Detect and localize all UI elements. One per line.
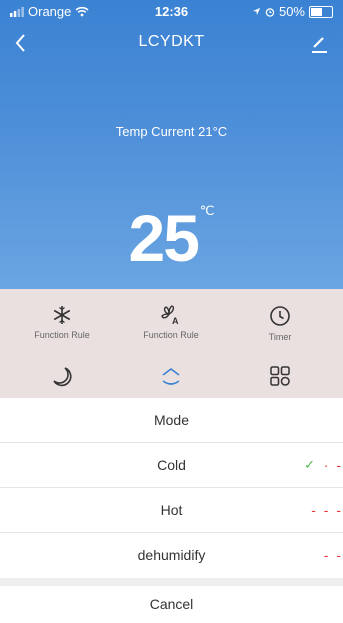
sheet-separator	[0, 578, 343, 586]
alarm-icon	[265, 7, 275, 17]
cancel-button[interactable]: Cancel	[0, 586, 343, 623]
swing-control[interactable]	[126, 365, 216, 389]
mode-action-sheet: Mode Cold ✓ · - Hot - - - dehumidify - -…	[0, 398, 343, 623]
control-label: Function Rule	[34, 330, 90, 340]
sheet-title: Mode	[0, 398, 343, 443]
sleep-control[interactable]	[17, 365, 107, 389]
mode-option-hot[interactable]: Hot - - -	[0, 488, 343, 533]
moon-icon	[53, 367, 72, 387]
status-bar: Orange 12:36 50%	[0, 0, 343, 22]
location-arrow-icon	[252, 7, 261, 16]
mode-option-dehumidify[interactable]: dehumidify - -	[0, 533, 343, 577]
option-label: Hot	[160, 502, 183, 518]
fan-speed-control[interactable]: A Function Rule	[126, 305, 216, 340]
pencil-icon	[312, 37, 327, 53]
nav-bar: LCYDKT	[0, 30, 343, 60]
snowflake-icon	[53, 306, 71, 324]
set-temperature: 25 ℃	[0, 200, 343, 276]
fan-auto-icon: A	[161, 305, 179, 325]
temperature-unit: ℃	[199, 203, 215, 218]
option-label: Cold	[157, 457, 186, 473]
timer-control[interactable]: Timer	[235, 305, 325, 342]
red-marker: - - -	[311, 502, 343, 518]
grid-icon	[270, 366, 290, 386]
device-title: LCYDKT	[138, 33, 205, 50]
clock-icon	[270, 306, 290, 326]
battery-icon	[309, 5, 333, 18]
mode-option-cold[interactable]: Cold ✓ · -	[0, 443, 343, 488]
set-temperature-value: 25	[128, 201, 199, 275]
option-label: dehumidify	[137, 547, 206, 563]
control-label: Timer	[268, 332, 292, 342]
screen: Orange 12:36 50% LCYDKT Temp Current 21°…	[0, 0, 343, 623]
battery-level	[311, 7, 322, 16]
edit-button[interactable]	[309, 32, 331, 56]
battery-percent: 50%	[278, 4, 305, 19]
red-marker: - -	[323, 547, 343, 563]
control-panel: Function Rule A Function Rule Timer	[0, 289, 343, 399]
more-control[interactable]	[235, 365, 325, 387]
swing-icon	[162, 368, 180, 385]
current-temperature: Temp Current 21°C	[115, 124, 228, 139]
status-right: 50%	[252, 4, 333, 19]
control-label: Function Rule	[143, 330, 199, 340]
svg-text:A: A	[172, 316, 179, 325]
mode-cold-control[interactable]: Function Rule	[17, 305, 107, 340]
checkmark-icon: ✓	[304, 457, 315, 472]
red-marker: · -	[323, 457, 343, 473]
